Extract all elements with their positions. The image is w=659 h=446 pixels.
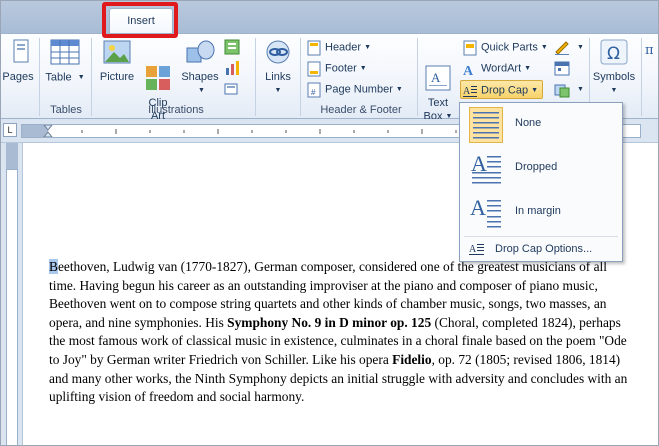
pages-label: Pages xyxy=(2,71,34,83)
object-button[interactable]: ▼ xyxy=(554,80,584,99)
table-icon xyxy=(49,38,81,68)
clip-art-icon xyxy=(144,51,172,90)
pages-icon xyxy=(6,38,30,68)
separator xyxy=(417,38,418,116)
drop-cap-icon: A xyxy=(463,85,477,97)
svg-text:A: A xyxy=(431,70,441,85)
separator xyxy=(91,38,92,116)
wordart-label: WordArt xyxy=(481,62,522,75)
screenshot-icon xyxy=(224,83,238,95)
picture-icon xyxy=(101,38,133,68)
bold-fidelio: Fidelio xyxy=(392,351,432,367)
signature-line-button[interactable]: ▼ xyxy=(554,38,584,57)
screenshot-button[interactable] xyxy=(224,80,244,99)
menu-separator xyxy=(464,236,618,237)
page-number-label: Page Number xyxy=(325,83,393,96)
drop-cap-menu: None A Dropped A In margin A Drop Cap Op… xyxy=(459,102,623,262)
drop-cap-none-label: None xyxy=(515,117,542,129)
calendar-icon xyxy=(554,61,570,76)
footer-icon xyxy=(307,61,321,76)
pi-icon: π xyxy=(645,43,654,57)
document-paragraph[interactable]: Beethoven, Ludwig van (1770-1827), Germa… xyxy=(49,258,629,407)
drop-cap-dropped-label: Dropped xyxy=(515,161,558,173)
svg-text:π: π xyxy=(645,43,654,57)
svg-text:#: # xyxy=(311,88,316,97)
drop-cap-options-item[interactable]: A Drop Cap Options... xyxy=(461,239,621,259)
shapes-icon xyxy=(184,38,216,68)
page-number-button[interactable]: # Page Number ▼ xyxy=(307,80,403,99)
pages-button[interactable]: Pages xyxy=(1,38,35,84)
table-button[interactable]: Table ▼ xyxy=(45,38,85,84)
header-button[interactable]: Header ▼ xyxy=(307,38,371,57)
tab-selector[interactable]: L xyxy=(3,123,17,137)
svg-text:A: A xyxy=(463,64,474,77)
word-window: Insert Pages Table ▼ Tables Picture Clip… xyxy=(0,0,659,446)
symbols-label: Symbols xyxy=(592,71,636,83)
picture-label: Picture xyxy=(99,71,135,83)
picture-button[interactable]: Picture xyxy=(96,38,138,84)
footer-label: Footer xyxy=(325,62,357,75)
drop-cap-in-margin-label: In margin xyxy=(515,205,561,217)
separator xyxy=(39,38,40,116)
drop-cap-in-margin-item[interactable]: A In margin xyxy=(461,191,621,235)
separator xyxy=(255,38,256,116)
chart-button[interactable] xyxy=(224,59,244,78)
wordart-button[interactable]: A WordArt ▼ xyxy=(463,59,531,78)
smartart-button[interactable] xyxy=(224,38,244,57)
drop-cap-dropped-item[interactable]: A Dropped xyxy=(461,147,621,191)
dropcap-dropped-icon: A xyxy=(469,151,503,187)
links-label: Links xyxy=(265,71,291,83)
svg-text:A: A xyxy=(469,244,477,255)
quick-parts-label: Quick Parts xyxy=(481,41,538,54)
symbols-button[interactable]: Ω Symbols ▼ xyxy=(591,38,637,97)
signature-line-icon xyxy=(555,40,569,55)
bold-symphony-title: Symphony No. 9 in D minor op. 125 xyxy=(227,314,432,330)
group-label-header-footer: Header & Footer xyxy=(320,104,402,116)
equation-button[interactable]: π xyxy=(645,40,658,59)
separator xyxy=(641,38,642,116)
group-label-illustrations: Illustrations xyxy=(148,104,204,116)
object-icon xyxy=(554,84,570,97)
page-number-icon: # xyxy=(307,82,321,97)
dropcap-none-icon xyxy=(469,107,503,143)
dropcap-in-margin-icon: A xyxy=(469,195,503,231)
vertical-ruler[interactable] xyxy=(1,143,23,445)
svg-text:A: A xyxy=(470,195,486,220)
links-button[interactable]: Links ▼ xyxy=(260,38,296,97)
footer-button[interactable]: Footer ▼ xyxy=(307,59,367,78)
date-time-button[interactable] xyxy=(554,59,574,78)
ribbon-tab-strip: Insert xyxy=(1,1,658,38)
drop-cap-label: Drop Cap xyxy=(481,84,529,97)
drop-cap-button[interactable]: A Drop Cap ▼ xyxy=(460,80,544,99)
svg-text:Ω: Ω xyxy=(607,44,620,64)
text-box-icon: A xyxy=(424,51,452,91)
quick-parts-icon xyxy=(463,40,477,55)
drop-cap-none-item[interactable]: None xyxy=(461,103,621,147)
wordart-icon: A xyxy=(463,64,474,77)
separator xyxy=(300,38,301,116)
links-icon xyxy=(263,38,293,68)
chart-icon xyxy=(226,61,239,76)
header-label: Header xyxy=(325,41,362,54)
selected-first-letter: B xyxy=(49,259,58,274)
quick-parts-button[interactable]: Quick Parts ▼ xyxy=(463,38,548,57)
insert-tab-highlight xyxy=(102,2,178,38)
shapes-label: Shapes xyxy=(181,71,219,83)
shapes-button[interactable]: Shapes ▼ xyxy=(178,38,222,97)
drop-cap-options-icon: A xyxy=(469,244,484,255)
group-label-tables: Tables xyxy=(50,104,82,116)
smartart-icon xyxy=(224,39,240,55)
table-label: Table xyxy=(45,71,72,84)
text-box-button[interactable]: A Text Box ▼ xyxy=(421,38,455,123)
svg-text:A: A xyxy=(463,86,471,97)
drop-cap-options-label: Drop Cap Options... xyxy=(495,243,593,255)
omega-icon: Ω xyxy=(599,38,629,68)
header-icon xyxy=(307,40,321,55)
